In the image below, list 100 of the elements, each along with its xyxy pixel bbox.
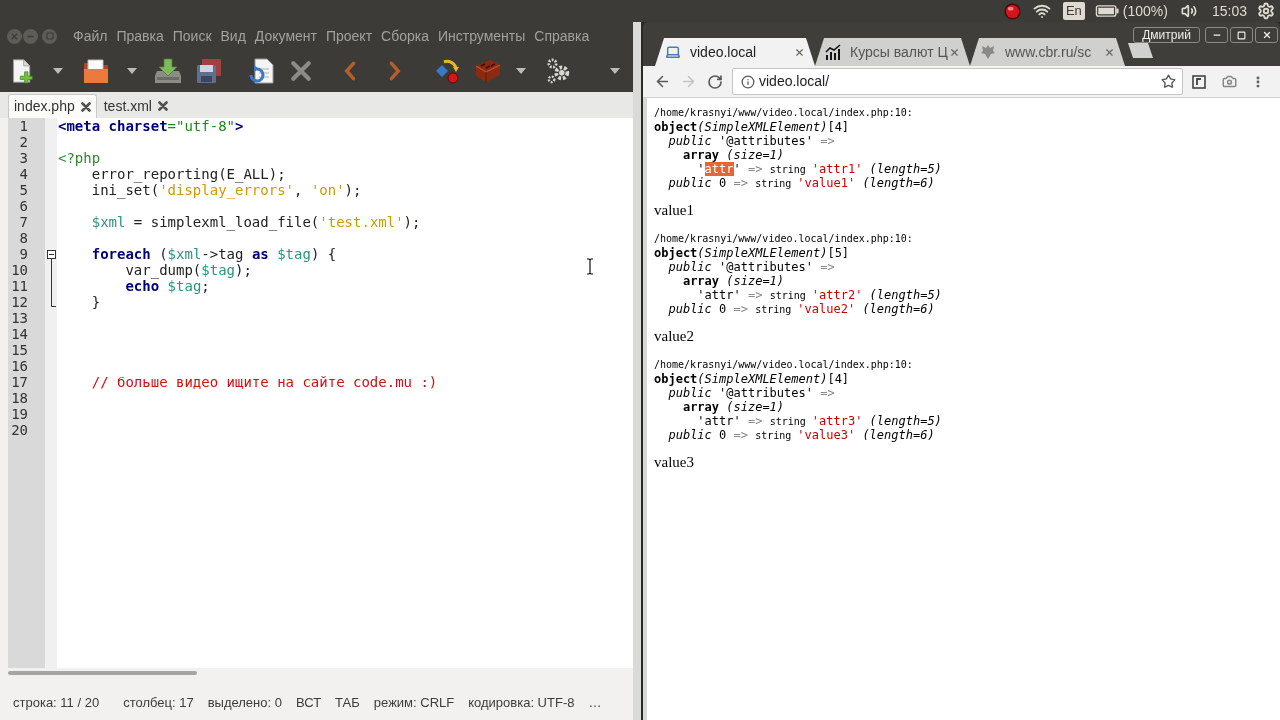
save-all-icon[interactable] [195,58,223,84]
gear-icon[interactable] [1257,2,1275,20]
brick-icon[interactable] [474,58,502,84]
maximize-icon [1237,30,1246,40]
close-icon [10,31,19,41]
output-text: value1 [654,201,694,219]
dump-line: 'attr' => string 'attr3' (length=5) [697,414,942,428]
profile-button[interactable]: Дмитрий [1133,27,1200,43]
fold-marker-icon[interactable] [47,250,56,307]
address-bar[interactable]: video.local/ [732,68,1183,95]
dump-line: public 0 => string 'value3' (length=6) [668,428,935,442]
close-icon[interactable] [157,101,168,111]
menu-item[interactable]: Файл [73,25,108,47]
close-icon[interactable] [1104,46,1115,58]
menu-item[interactable]: Вид [220,25,246,47]
menu-item[interactable]: Инструменты [438,25,526,47]
file-tab[interactable]: index.php [8,94,97,118]
line-number: 20 [11,422,28,438]
line-number: 14 [11,326,28,342]
menu-item[interactable]: Документ [254,25,317,47]
dump-location: /home/krasnyi/www/video.local/index.php:10: [654,106,913,120]
dump-line: array (size=1) [682,400,785,414]
code-line: echo $tag; [125,278,210,294]
save-icon[interactable] [154,58,182,84]
dump-line: array (size=1) [682,274,785,288]
emblem-icon [980,44,996,60]
line-number: 16 [11,358,28,374]
status-item: выделено: 0 [207,694,282,713]
line-number: 6 [19,198,28,214]
code-line: error_reporting(E_ALL); [91,166,286,182]
record-dot-icon[interactable] [1003,2,1021,20]
menu-item[interactable]: Правка [116,25,164,47]
status-item: … [588,694,602,713]
dump-line: public 0 => string 'value1' (length=6) [668,176,935,190]
diamond-dot-icon[interactable] [434,57,462,85]
line-number: 4 [19,166,28,182]
new-file-icon[interactable] [10,58,34,84]
line-number: 7 [19,214,28,230]
reload-document-icon[interactable] [247,58,275,84]
clock[interactable]: 15:03 [1211,0,1247,22]
menu-item[interactable]: Сборка [381,25,429,47]
close-icon[interactable] [289,59,313,83]
new-tab-button[interactable] [1128,43,1153,58]
status-item: кодировка: UTF-8 [468,694,575,713]
menu-item[interactable]: Проект [325,25,373,47]
close-button[interactable] [1255,27,1278,43]
code-line: <meta charset="utf-8"> [58,118,244,134]
battery-percentage: (100%) [1122,1,1168,21]
dump-line: object(SimpleXMLElement)[4] [654,120,850,134]
browser-tab[interactable]: video.local [655,38,815,66]
battery-icon[interactable] [1094,5,1120,17]
dump-location: /home/krasnyi/www/video.local/index.php:10: [654,232,913,246]
caret-icon[interactable] [127,68,137,74]
close-icon[interactable] [949,46,960,58]
maximize-button[interactable] [1230,27,1253,43]
scrollbar-thumb[interactable] [8,671,197,675]
keyboard-layout-indicator[interactable]: En [1062,2,1085,20]
code-line: } [91,294,101,310]
gears-icon[interactable] [546,58,572,84]
star-icon[interactable] [1161,74,1176,89]
code-line: ini_set('display_errors', 'on'); [91,182,362,198]
dump-line: object(SimpleXMLElement)[4] [654,372,850,386]
dump-line: object(SimpleXMLElement)[5] [654,246,850,260]
dump-line: public '@attributes' => [668,260,835,274]
browser-tab[interactable]: www.cbr.ru/sc [970,38,1125,66]
caret-icon[interactable] [516,68,526,74]
close-icon [1261,30,1272,40]
browser-tab[interactable]: Курсы валют Ц [815,38,970,66]
camera-icon[interactable] [1222,74,1237,89]
dump-line: public '@attributes' => [668,134,835,148]
line-number: 9 [19,246,28,262]
line-number: 2 [19,134,28,150]
chart-icon [825,44,841,60]
close-icon[interactable] [80,101,91,112]
line-number: 17 [11,374,28,390]
volume-icon[interactable] [1180,3,1197,19]
minimize-button[interactable] [1205,27,1228,43]
reload-icon[interactable] [707,73,723,90]
code-line: var_dump($tag); [125,262,252,278]
dump-line: 'attr' => string 'attr2' (length=5) [697,288,942,302]
dump-line: 'attr' => string 'attr1' (length=5) [697,162,942,176]
close-icon[interactable] [794,46,805,58]
frame-icon[interactable] [1192,74,1206,89]
open-folder-icon[interactable] [82,58,110,84]
dump-line: public 0 => string 'value2' (length=6) [668,302,935,316]
code-line: $xml = simplexml_load_file('test.xml'); [91,214,421,230]
wifi-icon[interactable] [1032,2,1051,20]
menu-item[interactable]: Справка [534,25,590,47]
line-number: 10 [11,262,28,278]
text-cursor-icon [586,258,594,275]
code-line: foreach ($xml->tag as $tag) { [91,246,337,262]
dump-line: public '@attributes' => [668,386,835,400]
info-icon[interactable] [741,74,755,89]
back-arrow-icon[interactable] [654,73,671,90]
caret-icon[interactable] [610,68,620,74]
line-number: 13 [11,310,28,326]
line-number: 15 [11,342,28,358]
caret-icon[interactable] [53,68,63,74]
line-number: 8 [19,230,28,246]
menu-item[interactable]: Поиск [172,25,212,47]
